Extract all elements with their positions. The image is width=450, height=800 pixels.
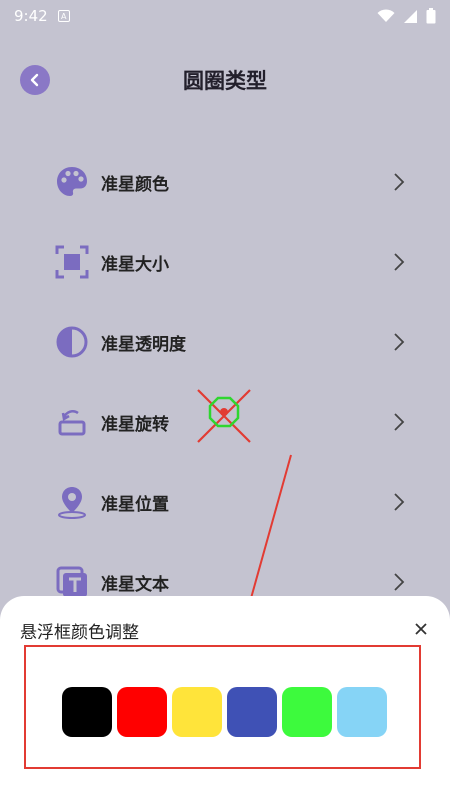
chevron-right-icon <box>394 173 405 191</box>
close-icon[interactable] <box>412 620 430 638</box>
status-bar: 9:42 A <box>0 0 450 32</box>
swatch-blue[interactable] <box>227 687 277 737</box>
chevron-right-icon <box>394 573 405 591</box>
wifi-icon <box>377 9 395 22</box>
color-adjust-sheet: 悬浮框颜色调整 <box>0 596 450 800</box>
menu-item-label: 准星旋转 <box>101 414 169 435</box>
menu-item-label: 准星位置 <box>101 494 169 515</box>
notification-icon: A <box>57 10 70 22</box>
location-pin-icon <box>58 487 86 519</box>
swatch-light-blue[interactable] <box>337 687 387 737</box>
menu-item-crosshair-opacity[interactable]: 准星透明度 <box>0 312 450 372</box>
rotate-icon <box>58 410 86 436</box>
sheet-title: 悬浮框颜色调整 <box>20 623 139 643</box>
swatch-black[interactable] <box>62 687 112 737</box>
status-time: 9:42 <box>14 7 48 25</box>
menu-item-crosshair-size[interactable]: 准星大小 <box>0 232 450 292</box>
chevron-right-icon <box>394 493 405 511</box>
chevron-right-icon <box>394 333 405 351</box>
chevron-right-icon <box>394 253 405 271</box>
signal-icon <box>404 9 417 23</box>
back-button[interactable] <box>20 65 50 95</box>
text-icon <box>56 566 87 597</box>
status-icons <box>377 8 436 24</box>
chevron-left-icon <box>30 73 39 87</box>
palette-icon <box>57 167 87 196</box>
swatch-red[interactable] <box>117 687 167 737</box>
chevron-right-icon <box>394 413 405 431</box>
menu-item-label: 准星透明度 <box>101 334 186 355</box>
contrast-icon <box>56 326 88 358</box>
page-title: 圆圈类型 <box>183 69 267 93</box>
swatch-green[interactable] <box>282 687 332 737</box>
menu-item-label: 准星颜色 <box>101 174 169 195</box>
color-swatches <box>62 687 387 737</box>
battery-icon <box>426 8 436 24</box>
menu-item-label: 准星文本 <box>101 574 169 595</box>
menu-item-label: 准星大小 <box>101 254 169 275</box>
crosshair-overlay[interactable] <box>192 386 256 446</box>
swatch-yellow[interactable] <box>172 687 222 737</box>
resize-icon <box>55 245 89 279</box>
menu-item-crosshair-color[interactable]: 准星颜色 <box>0 152 450 212</box>
menu-item-crosshair-position[interactable]: 准星位置 <box>0 472 450 532</box>
header: 圆圈类型 <box>0 58 450 102</box>
